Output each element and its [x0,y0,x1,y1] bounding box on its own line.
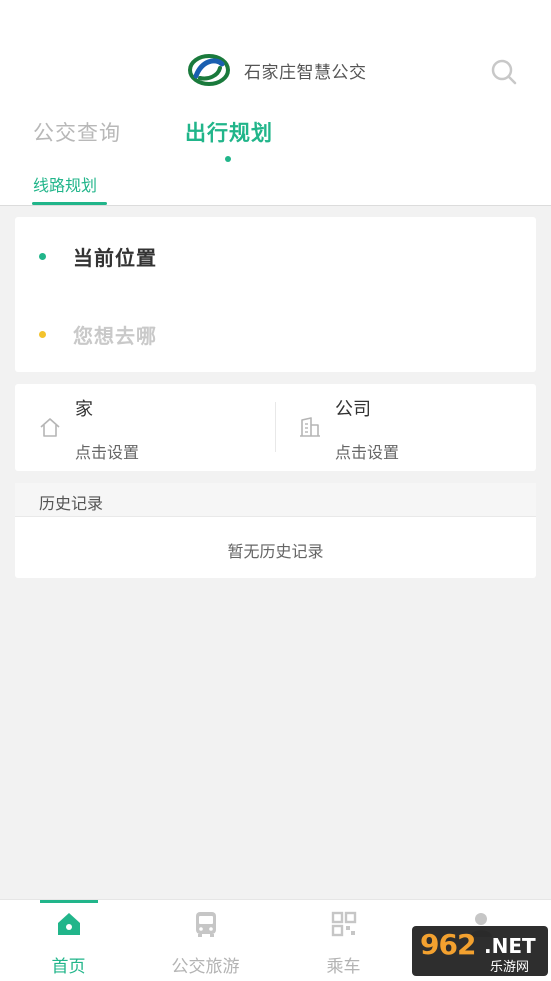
home-icon [58,913,80,935]
subtab-route-planning[interactable]: 线路规划 [33,172,97,196]
watermark-suffix: .NET [484,934,536,958]
app-logo-icon [188,54,230,86]
history-empty-text: 暂无历史记录 [227,542,324,561]
bus-icon [196,912,216,937]
place-home[interactable]: 家 点击设置 [15,384,275,471]
watermark-number: 962 [420,928,476,961]
search-icon[interactable] [490,58,518,86]
destination-field[interactable]: 您想去哪 [15,299,536,369]
qr-code-icon [331,911,357,937]
place-home-hint: 点击设置 [75,443,140,462]
home-icon [40,418,60,437]
tab-bus-query[interactable]: 公交查询 [33,117,121,147]
history-card: 历史记录 暂无历史记录 [15,483,536,578]
origin-dot [39,252,46,260]
building-icon [300,417,320,437]
saved-places-card: 家 点击设置 公司 点击设置 [15,384,536,471]
route-input-card: 当前位置 您想去哪 [15,217,536,372]
nav-item-bus-travel[interactable]: 公交旅游 [137,900,274,981]
destination-dot [39,330,46,338]
place-company-hint: 点击设置 [335,443,400,462]
site-watermark: 962 .NET 乐游网 [412,926,548,976]
origin-field[interactable]: 当前位置 [15,221,536,291]
nav-active-indicator [40,900,98,903]
tab-trip-planning[interactable]: 出行规划 [185,117,273,147]
history-header: 历史记录 [15,483,536,517]
nav-item-ride[interactable]: 乘车 [275,900,412,981]
brand: 石家庄智慧公交 [188,54,367,86]
place-home-name: 家 [75,399,93,420]
origin-label: 当前位置 [73,245,157,270]
active-tab-indicator [225,156,231,162]
place-company-name: 公司 [335,399,371,420]
nav-item-home[interactable]: 首页 [0,900,137,981]
history-title: 历史记录 [39,494,104,513]
nav-label-bus-travel: 公交旅游 [171,957,240,977]
nav-label-ride: 乘车 [326,957,361,977]
subtab-underline [32,202,107,205]
watermark-site: 乐游网 [490,960,530,975]
top-header: 石家庄智慧公交 公交查询 出行规划 线路规划 [0,0,551,206]
nav-label-home: 首页 [51,957,86,977]
destination-placeholder: 您想去哪 [73,323,157,348]
app-title: 石家庄智慧公交 [244,62,367,83]
place-company[interactable]: 公司 点击设置 [275,384,535,471]
